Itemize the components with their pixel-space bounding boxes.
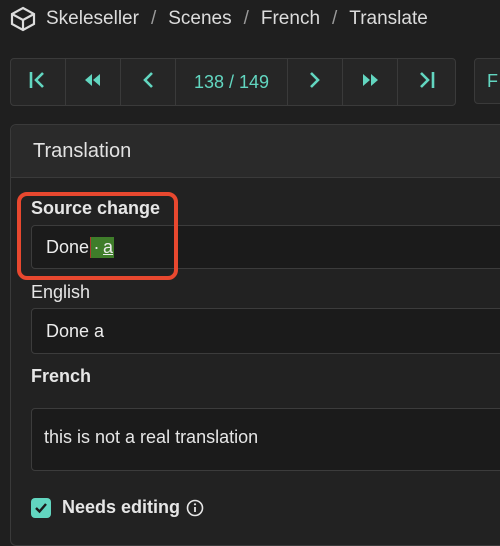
breadcrumb-separator: / [150,8,157,29]
previous-button[interactable] [121,59,176,105]
card-title: Translation [11,125,500,178]
fast-forward-icon [360,73,380,92]
fast-back-button[interactable] [66,59,121,105]
weblate-logo-icon[interactable] [10,6,36,32]
checkmark-icon [35,503,47,514]
breadcrumb: Skeleseller / Scenes / French / Translat… [10,5,428,33]
next-button[interactable] [288,59,343,105]
breadcrumb-language[interactable]: French [261,8,320,30]
extra-toolbar-button[interactable]: F [474,58,500,104]
english-source-field: Done a [31,308,500,354]
needs-editing-text: Needs editing [62,497,181,517]
needs-editing-label[interactable]: Needs editing [62,497,204,518]
source-change-highlight [17,192,178,280]
breadcrumb-project[interactable]: Skeleseller [46,8,139,30]
needs-editing-checkbox[interactable] [31,498,51,518]
french-label: French [31,366,92,386]
first-button[interactable] [11,59,66,105]
fast-back-icon [83,73,103,92]
last-button[interactable] [398,59,453,105]
last-icon [415,70,437,95]
english-label: English [31,282,91,302]
chevron-left-icon [141,70,155,95]
breadcrumb-component[interactable]: Scenes [168,8,231,30]
breadcrumb-current: Translate [349,8,428,29]
info-icon[interactable] [186,499,204,517]
breadcrumb-separator: / [243,8,249,29]
chevron-right-icon [308,70,322,95]
fast-forward-button[interactable] [343,59,398,105]
french-translation-textarea[interactable]: this is not a real translation [31,408,500,471]
breadcrumb-separator: / [332,8,338,29]
unit-pager: 138 / 149 [10,58,456,106]
first-icon [27,70,49,95]
position-counter: 138 / 149 [176,59,288,105]
